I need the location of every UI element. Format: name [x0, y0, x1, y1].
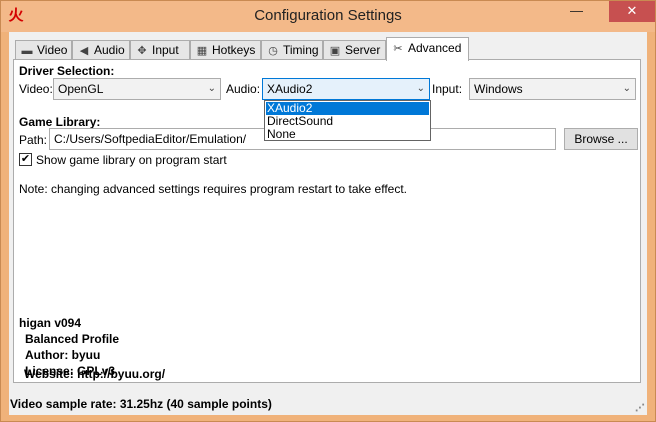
minimize-button[interactable]: —: [563, 1, 590, 22]
tab-timing[interactable]: ◷ Timing: [261, 40, 323, 60]
input-driver-value: Windows: [474, 82, 523, 96]
tab-server[interactable]: ▣ Server: [323, 40, 386, 60]
tab-label: Server: [345, 43, 381, 57]
audio-driver-value: XAudio2: [267, 82, 313, 96]
server-icon: ▣: [329, 45, 341, 57]
driver-selection-heading: Driver Selection:: [19, 64, 115, 78]
tab-label: Timing: [283, 43, 319, 57]
video-driver-label: Video:: [19, 82, 53, 96]
configuration-window: 火 Configuration Settings — ☐ ✕ ▬ Video ◀ A…: [0, 0, 656, 422]
chevron-down-icon: ⌄: [416, 83, 425, 94]
keyboard-icon: ▦: [196, 45, 208, 57]
resize-grip-icon[interactable]: ⋰: [635, 403, 647, 415]
website-info: Website: http://byuu.org/: [24, 367, 166, 381]
game-library-heading: Game Library:: [19, 115, 101, 129]
tab-label: Video: [37, 43, 68, 57]
advanced-panel: Driver Selection: Video: OpenGL ⌄ Audio:…: [13, 59, 641, 383]
window-title: Configuration Settings: [254, 7, 402, 24]
input-driver-label: Input:: [432, 82, 463, 96]
audio-option-none[interactable]: None: [266, 128, 429, 141]
video-driver-value: OpenGL: [58, 82, 104, 96]
tab-label: Advanced: [408, 41, 462, 55]
tools-icon: ✂: [393, 43, 403, 55]
chevron-down-icon: ⌄: [207, 83, 216, 94]
speaker-icon: ◀: [79, 45, 89, 57]
audio-driver-label: Audio:: [226, 82, 261, 96]
show-library-label[interactable]: Show game library on program start: [36, 153, 227, 167]
joystick-icon: ✥: [137, 45, 147, 57]
tab-input[interactable]: ✥ Input: [130, 40, 190, 60]
tab-label: Hotkeys: [212, 43, 256, 57]
author-info: Author: byuu: [25, 348, 101, 362]
status-text: Video sample rate: 31.25hz (40 sample po…: [10, 397, 272, 411]
tab-label: Audio: [94, 43, 125, 57]
tab-label: Input: [152, 43, 179, 57]
client-area: ▬ Video ◀ Audio ✥ Input ▦ Hotkeys ◷ Timing ▣ S…: [9, 32, 647, 415]
input-driver-select[interactable]: Windows ⌄: [469, 78, 636, 100]
profile-name: Balanced Profile: [25, 332, 120, 346]
show-library-checkbox[interactable]: ✔: [19, 153, 32, 166]
chevron-down-icon: ⌄: [622, 83, 631, 94]
status-bar: Video sample rate: 31.25hz (40 sample po…: [9, 394, 647, 415]
monitor-icon: ▬: [21, 45, 33, 57]
close-button[interactable]: ✕: [609, 1, 655, 22]
audio-driver-dropdown: XAudio2 DirectSound None: [264, 100, 431, 141]
tab-audio[interactable]: ◀ Audio: [72, 40, 130, 60]
video-driver-select[interactable]: OpenGL ⌄: [53, 78, 221, 100]
path-label: Path:: [19, 133, 48, 147]
clock-icon: ◷: [268, 45, 278, 57]
audio-driver-select[interactable]: XAudio2 ⌄: [262, 78, 430, 100]
tab-hotkeys[interactable]: ▦ Hotkeys: [190, 40, 261, 60]
app-name: higan v094: [19, 316, 82, 330]
browse-button[interactable]: Browse ...: [564, 128, 638, 150]
restart-note: Note: changing advanced settings require…: [19, 182, 407, 196]
tab-advanced[interactable]: ✂ Advanced: [386, 37, 469, 61]
title-bar[interactable]: 火 Configuration Settings — ☐ ✕: [1, 1, 655, 32]
tab-video[interactable]: ▬ Video: [15, 40, 72, 60]
